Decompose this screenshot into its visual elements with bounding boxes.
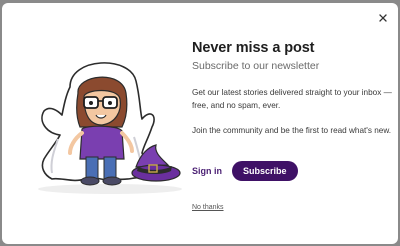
community-paragraph: Join the community and be the first to r… [192, 126, 392, 135]
ghost-character-illustration [30, 49, 190, 199]
modal-title: Never miss a post [192, 40, 315, 56]
sign-in-button[interactable]: Sign in [192, 166, 222, 176]
description-paragraph: Get our latest stories delivered straigh… [192, 88, 392, 110]
newsletter-modal: Never miss a post Subscribe to our newsl… [2, 3, 398, 244]
subscribe-button[interactable]: Subscribe [232, 161, 298, 181]
close-button[interactable] [376, 11, 390, 25]
modal-actions: Sign in Subscribe [192, 161, 298, 181]
modal-content: Never miss a post Subscribe to our newsl… [192, 39, 392, 138]
close-icon [379, 14, 387, 22]
modal-subtitle: Subscribe to our newsletter [192, 60, 320, 72]
no-thanks-link[interactable]: No thanks [192, 204, 224, 211]
